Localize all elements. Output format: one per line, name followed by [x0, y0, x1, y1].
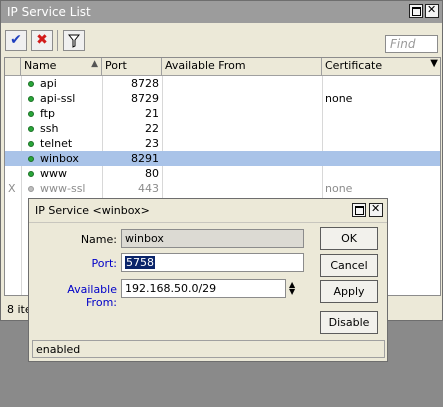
- table-row[interactable]: telnet 23: [5, 136, 440, 151]
- cell-name: ftp: [40, 107, 55, 120]
- cell-port: 23: [145, 137, 159, 150]
- maximize-button[interactable]: [352, 203, 366, 217]
- column-header-flag[interactable]: [5, 58, 21, 75]
- port-label: Port:: [91, 257, 117, 270]
- dialog-title: IP Service <winbox>: [35, 204, 150, 217]
- status-dot-icon: [28, 186, 34, 192]
- cell-name: www-ssl: [40, 182, 86, 195]
- status-dot-icon: [28, 81, 34, 87]
- title-bar[interactable]: IP Service List: [1, 1, 442, 23]
- maximize-button[interactable]: [409, 4, 423, 18]
- close-button[interactable]: [369, 202, 383, 217]
- name-label: Name:: [80, 233, 117, 246]
- cell-name: winbox: [40, 152, 79, 165]
- toolbar: ✔ ✖: [1, 24, 442, 56]
- cell-certificate: [325, 167, 435, 181]
- column-header-port[interactable]: Port: [102, 58, 162, 75]
- add-remove-arrows-icon[interactable]: ▲ ▼: [289, 281, 295, 296]
- close-button[interactable]: [425, 3, 439, 18]
- cell-available-from: [165, 137, 315, 151]
- table-row[interactable]: api-ssl 8729 none: [5, 91, 440, 106]
- ok-button[interactable]: OK: [320, 227, 378, 250]
- column-header-certificate[interactable]: Certificate ▼: [322, 58, 440, 75]
- disable-button[interactable]: Disable: [320, 311, 378, 334]
- port-field[interactable]: 5758: [121, 253, 304, 272]
- ip-service-dialog: IP Service <winbox> Name: winbox Port: 5…: [28, 198, 388, 362]
- column-menu-icon[interactable]: ▼: [430, 58, 438, 69]
- available-from-field[interactable]: 192.168.50.0/29: [121, 279, 286, 298]
- cell-port: 21: [145, 107, 159, 120]
- table-row[interactable]: ssh 22: [5, 121, 440, 136]
- available-from-label: Available From:: [67, 283, 117, 309]
- sort-up-icon: ▲: [91, 59, 98, 69]
- cell-port: 22: [145, 122, 159, 135]
- column-header-label: Port: [105, 59, 127, 72]
- port-value: 5758: [125, 256, 155, 269]
- toolbar-divider: [57, 30, 58, 51]
- cell-port: 443: [138, 182, 159, 195]
- cell-certificate: none: [325, 92, 353, 105]
- dialog-status: enabled: [32, 340, 385, 358]
- table-row[interactable]: api 8728: [5, 76, 440, 91]
- table-row[interactable]: Xwww-ssl 443 none: [5, 181, 440, 196]
- cell-name: www: [40, 167, 67, 180]
- status-dot-icon: [28, 111, 34, 117]
- status-dot-icon: [28, 156, 34, 162]
- enable-check-icon[interactable]: ✔: [5, 30, 27, 51]
- cell-port: 8729: [131, 92, 159, 105]
- status-dot-icon: [28, 96, 34, 102]
- cell-available-from: [165, 77, 315, 91]
- name-field: winbox: [121, 229, 304, 248]
- cell-port: 8291: [131, 152, 159, 165]
- cancel-button[interactable]: Cancel: [320, 254, 378, 277]
- cell-name: telnet: [40, 137, 73, 150]
- cell-available-from: [165, 107, 315, 121]
- status-dot-icon: [28, 126, 34, 132]
- cell-name: ssh: [40, 122, 59, 135]
- row-flag: X: [8, 182, 16, 195]
- status-dot-icon: [28, 141, 34, 147]
- cell-name: api: [40, 77, 57, 90]
- column-header-label: Available From: [165, 59, 246, 72]
- table-header: Name ▲ Port Available From Certificate ▼: [5, 58, 440, 76]
- disable-cross-icon[interactable]: ✖: [31, 30, 53, 51]
- status-dot-icon: [28, 171, 34, 177]
- table-row[interactable]: winbox 8291: [5, 151, 440, 166]
- column-header-label: Name: [24, 59, 57, 72]
- window-title: IP Service List: [7, 5, 91, 19]
- cell-port: 80: [145, 167, 159, 180]
- apply-button[interactable]: Apply: [320, 280, 378, 303]
- cell-certificate: [325, 122, 435, 136]
- dialog-title-bar[interactable]: IP Service <winbox>: [29, 199, 387, 223]
- cell-available-from: [165, 122, 315, 136]
- cell-name: api-ssl: [40, 92, 76, 105]
- cell-port: 8728: [131, 77, 159, 90]
- find-input[interactable]: Find: [385, 35, 438, 53]
- cell-certificate: none: [325, 182, 353, 195]
- table-row[interactable]: www 80: [5, 166, 440, 181]
- cell-available-from: [165, 152, 315, 166]
- cell-available-from: [165, 167, 315, 181]
- cell-available-from: [165, 92, 315, 106]
- table-row[interactable]: ftp 21: [5, 106, 440, 121]
- cell-certificate: [325, 107, 435, 121]
- column-header-available-from[interactable]: Available From: [162, 58, 322, 75]
- cell-certificate: [325, 137, 435, 151]
- cell-available-from: [165, 182, 315, 196]
- cell-certificate: [325, 152, 435, 166]
- column-header-label: Certificate: [325, 59, 383, 72]
- filter-icon[interactable]: [63, 30, 85, 51]
- column-header-name[interactable]: Name ▲: [21, 58, 102, 75]
- cell-certificate: [325, 77, 435, 91]
